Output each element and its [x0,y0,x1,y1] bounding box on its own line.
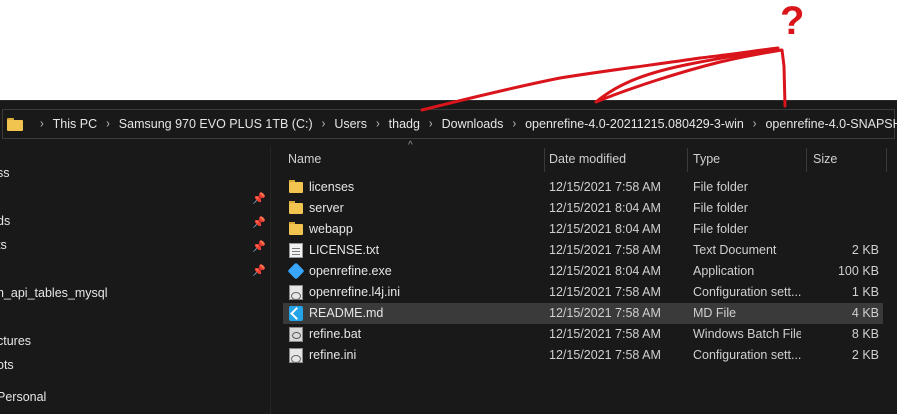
pin-icon: 📌 [252,265,266,277]
file-date: 12/15/2021 8:04 AM [549,264,661,278]
file-name: refine.bat [309,327,362,341]
file-size: 100 KB [837,264,879,278]
file-date: 12/15/2021 7:58 AM [549,180,661,194]
folder-icon [289,222,303,237]
chevron-right-icon[interactable]: › [106,117,110,131]
file-type: Windows Batch File [693,327,801,341]
file-date: 12/15/2021 7:58 AM [549,243,661,257]
file-row[interactable]: openrefine.l4j.ini 12/15/2021 7:58 AM Co… [283,282,883,303]
chevron-right-icon[interactable]: › [376,117,380,131]
file-name: LICENSE.txt [309,243,380,257]
column-separator[interactable] [687,148,688,172]
column-header-date[interactable]: Date modified [549,146,626,172]
nav-item[interactable]: ds [0,211,10,231]
file-size: 2 KB [851,243,879,257]
file-row[interactable]: openrefine.exe 12/15/2021 8:04 AM Applic… [283,261,883,282]
breadcrumb-openrefine-win[interactable]: openrefine-4.0-20211215.080429-3-win [525,117,744,131]
column-header-size[interactable]: Size [813,146,837,172]
config-file-icon [289,348,303,363]
file-date: 12/15/2021 7:58 AM [549,306,661,320]
breadcrumb-this-pc[interactable]: This PC [53,117,97,131]
file-name: README.md [309,306,384,320]
file-list: Name ^ Date modified Type Size licenses … [271,140,897,414]
vscode-file-icon [289,306,303,321]
file-row[interactable]: licenses 12/15/2021 7:58 AM File folder [283,177,883,198]
pin-icon: 📌 [252,193,266,205]
file-type: File folder [693,222,748,236]
breadcrumb-openrefine-snapshot[interactable]: openrefine-4.0-SNAPSHOT [765,117,897,131]
column-header-name[interactable]: Name [288,146,321,172]
breadcrumb-downloads[interactable]: Downloads [442,117,504,131]
breadcrumb: › This PC › Samsung 970 EVO PLUS 1TB (C:… [3,110,897,138]
text-document-icon [289,243,303,258]
file-row[interactable]: webapp 12/15/2021 8:04 AM File folder [283,219,883,240]
folder-icon [289,201,303,216]
nav-item[interactable]: h_api_tables_mysql [0,283,108,303]
file-name: server [309,201,344,215]
nav-item[interactable]: ots [0,355,14,375]
chevron-right-icon[interactable]: › [512,117,516,131]
chevron-right-icon[interactable]: › [322,117,326,131]
file-date: 12/15/2021 7:58 AM [549,348,661,362]
column-separator[interactable] [886,148,887,172]
file-type: Configuration sett... [693,348,801,362]
nav-item[interactable]: ts [0,235,7,255]
breadcrumb-users[interactable]: Users [334,117,367,131]
file-type: Application [693,264,755,278]
file-name: licenses [309,180,355,194]
file-date: 12/15/2021 7:58 AM [549,285,661,299]
blank-area-above-window [0,0,897,100]
file-date: 12/15/2021 8:04 AM [549,222,661,236]
column-separator[interactable] [806,148,807,172]
column-header-type[interactable]: Type [693,146,720,172]
pin-icon: 📌 [252,241,266,253]
file-size: 4 KB [851,306,879,320]
file-row[interactable]: refine.ini 12/15/2021 7:58 AM Configurat… [283,345,883,366]
config-file-icon [289,285,303,300]
breadcrumb-drive[interactable]: Samsung 970 EVO PLUS 1TB (C:) [119,117,313,131]
nav-item[interactable]: ss [0,163,10,183]
file-row[interactable]: server 12/15/2021 8:04 AM File folder [283,198,883,219]
chevron-right-icon[interactable]: › [40,117,44,131]
sort-caret-icon: ^ [408,140,413,151]
breadcrumb-thadg[interactable]: thadg [389,117,420,131]
file-row[interactable]: refine.bat 12/15/2021 7:58 AM Windows Ba… [283,324,883,345]
nav-item[interactable]: ctures [0,331,31,351]
file-date: 12/15/2021 8:04 AM [549,201,661,215]
chevron-right-icon[interactable]: › [429,117,433,131]
chevron-right-icon[interactable]: › [753,117,757,131]
file-size: 1 KB [851,285,879,299]
batch-file-icon [289,327,303,342]
folder-icon [7,117,23,131]
column-separator[interactable] [544,148,545,172]
navigation-pane: ss 📌 ds 📌 ts 📌 📌 h_api_tables_mysql ctur… [0,146,270,414]
folder-icon [289,180,303,195]
file-date: 12/15/2021 7:58 AM [549,327,661,341]
file-row-selected[interactable]: README.md 12/15/2021 7:58 AM MD File 4 K… [283,303,883,324]
file-type: File folder [693,201,748,215]
nav-item[interactable]: Personal [0,387,46,407]
file-name: refine.ini [309,348,357,362]
file-name: openrefine.exe [309,264,392,278]
file-name: webapp [309,222,353,236]
address-bar: › This PC › Samsung 970 EVO PLUS 1TB (C:… [0,100,897,146]
pin-icon: 📌 [252,217,266,229]
file-type: Text Document [693,243,777,257]
file-name: openrefine.l4j.ini [309,285,401,299]
file-size: 8 KB [851,327,879,341]
file-type: File folder [693,180,748,194]
file-size: 2 KB [851,348,879,362]
address-field[interactable]: › This PC › Samsung 970 EVO PLUS 1TB (C:… [2,109,897,139]
file-row[interactable]: LICENSE.txt 12/15/2021 7:58 AM Text Docu… [283,240,883,261]
file-type: MD File [693,306,737,320]
file-type: Configuration sett... [693,285,801,299]
application-icon [287,262,305,280]
